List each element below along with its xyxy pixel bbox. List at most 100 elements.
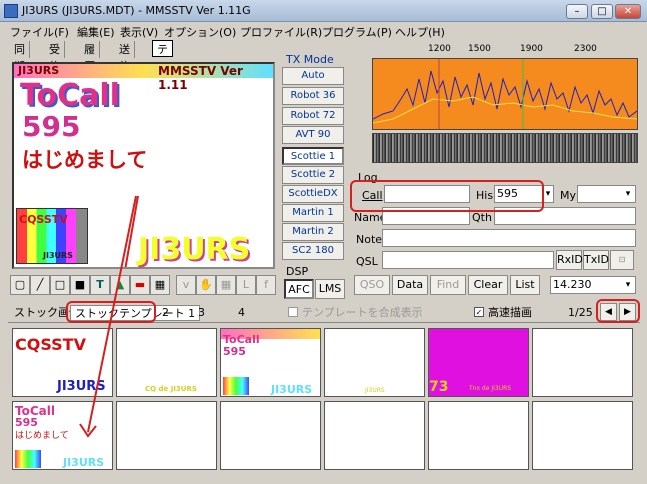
compose-checkbox[interactable] (288, 307, 298, 317)
fast-draw-checkbox[interactable]: ✓ (474, 307, 484, 317)
qsl-field[interactable] (382, 251, 554, 269)
tab-history[interactable]: 履歴 (80, 41, 100, 73)
window-title: JI3URS (JI3URS.MDT) - MMSSTV Ver 1.11G (22, 4, 251, 17)
close-button[interactable]: ✕ (615, 4, 641, 19)
app-icon (4, 4, 18, 18)
menu-program[interactable]: プログラム(P) (322, 24, 392, 40)
minimize-button[interactable]: – (566, 4, 588, 19)
afc-toggle[interactable]: AFC (284, 279, 314, 299)
hand-icon[interactable]: ✋ (196, 275, 216, 295)
mode-martin1[interactable]: Martin 1 (282, 204, 344, 222)
stock-cell-10[interactable] (324, 401, 425, 470)
mode-auto[interactable]: Auto (282, 67, 344, 85)
l-icon[interactable]: L (236, 275, 256, 295)
cell-5-title: 73 (429, 379, 449, 395)
line-tool-icon[interactable]: ╱ (30, 275, 50, 295)
mode-scottie2[interactable]: Scottie 2 (282, 166, 344, 184)
menu-bar: ファイル(F) 編集(E) 表示(V) オプション(O) プロファイル(R) プ… (0, 22, 647, 39)
tx-mode-panel: Auto Robot 36 Robot 72 AVT 90 Scottie 1 … (282, 67, 344, 279)
tab-tx[interactable]: 送信 (115, 41, 135, 73)
stock-cell-8[interactable] (116, 401, 217, 470)
mode-sc2-180[interactable]: SC2 180 (282, 242, 344, 260)
txid-button[interactable]: TxID (583, 250, 609, 270)
waterfall-noise (373, 134, 637, 162)
page-indicator: 1/25 (568, 306, 593, 319)
menu-view[interactable]: 表示(V) (120, 24, 158, 40)
stock-tab-3[interactable]: 3 (194, 305, 209, 321)
stock-cell-11[interactable] (428, 401, 529, 470)
title-bar: JI3URS (JI3URS.MDT) - MMSSTV Ver 1.11G –… (0, 0, 647, 22)
cell-1-title: CQSSTV (15, 335, 86, 354)
find-button[interactable]: Find (430, 275, 466, 295)
freq-dropdown-icon[interactable]: ▾ (622, 277, 634, 293)
stock-cell-7[interactable]: ToCall 595 はじめまして JI3URS (12, 401, 113, 470)
fill-rect-icon[interactable]: ■ (70, 275, 90, 295)
undo-icon[interactable]: v (176, 275, 196, 295)
mode-robot36[interactable]: Robot 36 (282, 87, 344, 105)
mode-martin2[interactable]: Martin 2 (282, 223, 344, 241)
stock-cell-4[interactable]: JI3URS (324, 328, 425, 397)
spectrum-display[interactable] (372, 58, 638, 130)
spectrum-trace (372, 59, 638, 129)
tx-mode-label: TX Mode (286, 53, 334, 66)
stock-tab-2[interactable]: 2 (158, 305, 173, 321)
mode-robot72[interactable]: Robot 72 (282, 107, 344, 125)
select-tool-icon[interactable]: ▢ (10, 275, 30, 295)
my-label: My (560, 189, 577, 202)
menu-file[interactable]: ファイル(F) (10, 24, 69, 40)
rect-tool-icon[interactable]: □ (50, 275, 70, 295)
tab-template[interactable]: テンプレート (152, 40, 173, 141)
page-nav-highlight (596, 299, 640, 323)
stock-cell-6[interactable] (532, 328, 633, 397)
cell-3-rsv: 595 (223, 345, 246, 358)
f-icon[interactable]: f (256, 275, 276, 295)
my-dropdown-icon[interactable]: ▾ (622, 186, 634, 202)
tab-sync[interactable]: 同期 (10, 41, 30, 73)
arrow-annotation (124, 195, 139, 267)
template-preview[interactable]: JI3URS MMSSTV Ver 1.11 ToCall 595 はじめまして… (12, 62, 275, 269)
color-bar-icon[interactable]: ▬ (130, 275, 150, 295)
stock-cell-2[interactable]: CQ de JI3URS (116, 328, 217, 397)
call-his-highlight (350, 180, 544, 212)
ruler-2300: 2300 (574, 44, 597, 54)
cell-3-thumb (223, 377, 249, 395)
lms-toggle[interactable]: LMS (315, 279, 345, 299)
stock-cell-5[interactable]: 73 Tnx de JI3URS (428, 328, 529, 397)
maximize-button[interactable]: □ (591, 4, 613, 19)
text-tool-icon[interactable]: T (90, 275, 110, 295)
rec-button[interactable]: ⊡ (610, 250, 634, 270)
ruler-1200: 1200 (428, 44, 451, 54)
qso-button[interactable]: QSO (354, 275, 390, 295)
mode-avt90[interactable]: AVT 90 (282, 126, 344, 144)
stock-grid: CQSSTV JI3URS CQ de JI3URS ToCall 595 JI… (12, 328, 634, 482)
note-field[interactable] (382, 229, 636, 247)
data-button[interactable]: Data (392, 275, 428, 295)
rxid-button[interactable]: RxID (556, 250, 583, 270)
clear-button[interactable]: Clear (468, 275, 508, 295)
menu-option[interactable]: オプション(O) (164, 24, 236, 40)
cell-1-call: JI3URS (57, 379, 106, 394)
tab-rx[interactable]: 受信 (45, 41, 65, 73)
waterfall-display[interactable] (372, 133, 638, 163)
menu-profile[interactable]: プロファイル(R) (240, 24, 322, 40)
menu-edit[interactable]: 編集(E) (77, 24, 115, 40)
list-button[interactable]: List (510, 275, 540, 295)
stock-cell-1[interactable]: CQSSTV JI3URS (12, 328, 113, 397)
stock-cell-3[interactable]: ToCall 595 JI3URS (220, 328, 321, 397)
table-icon[interactable]: ▦ (216, 275, 236, 295)
stock-cell-9[interactable] (220, 401, 321, 470)
stock-tab-highlight (66, 301, 156, 323)
note-label: Note (356, 233, 383, 246)
stock-tab-4[interactable]: 4 (234, 305, 249, 321)
ruler-1500: 1500 (468, 44, 491, 54)
compose-label: テンプレートを合成表示 (302, 306, 423, 319)
draw-toolbar: ▢ ╱ □ ■ T ▲ ▬ ▦ v ✋ ▦ L f (10, 275, 278, 297)
menu-help[interactable]: ヘルプ(H) (395, 24, 445, 40)
grid-tool-icon[interactable]: ▦ (150, 275, 170, 295)
dsp-label: DSP (286, 265, 309, 278)
cell-2-call: CQ de JI3URS (145, 385, 197, 393)
image-tool-icon[interactable]: ▲ (110, 275, 130, 295)
stock-cell-12[interactable] (532, 401, 633, 470)
mode-scottie1[interactable]: Scottie 1 (282, 147, 344, 165)
mode-scottiedx[interactable]: ScottieDX (282, 185, 344, 203)
